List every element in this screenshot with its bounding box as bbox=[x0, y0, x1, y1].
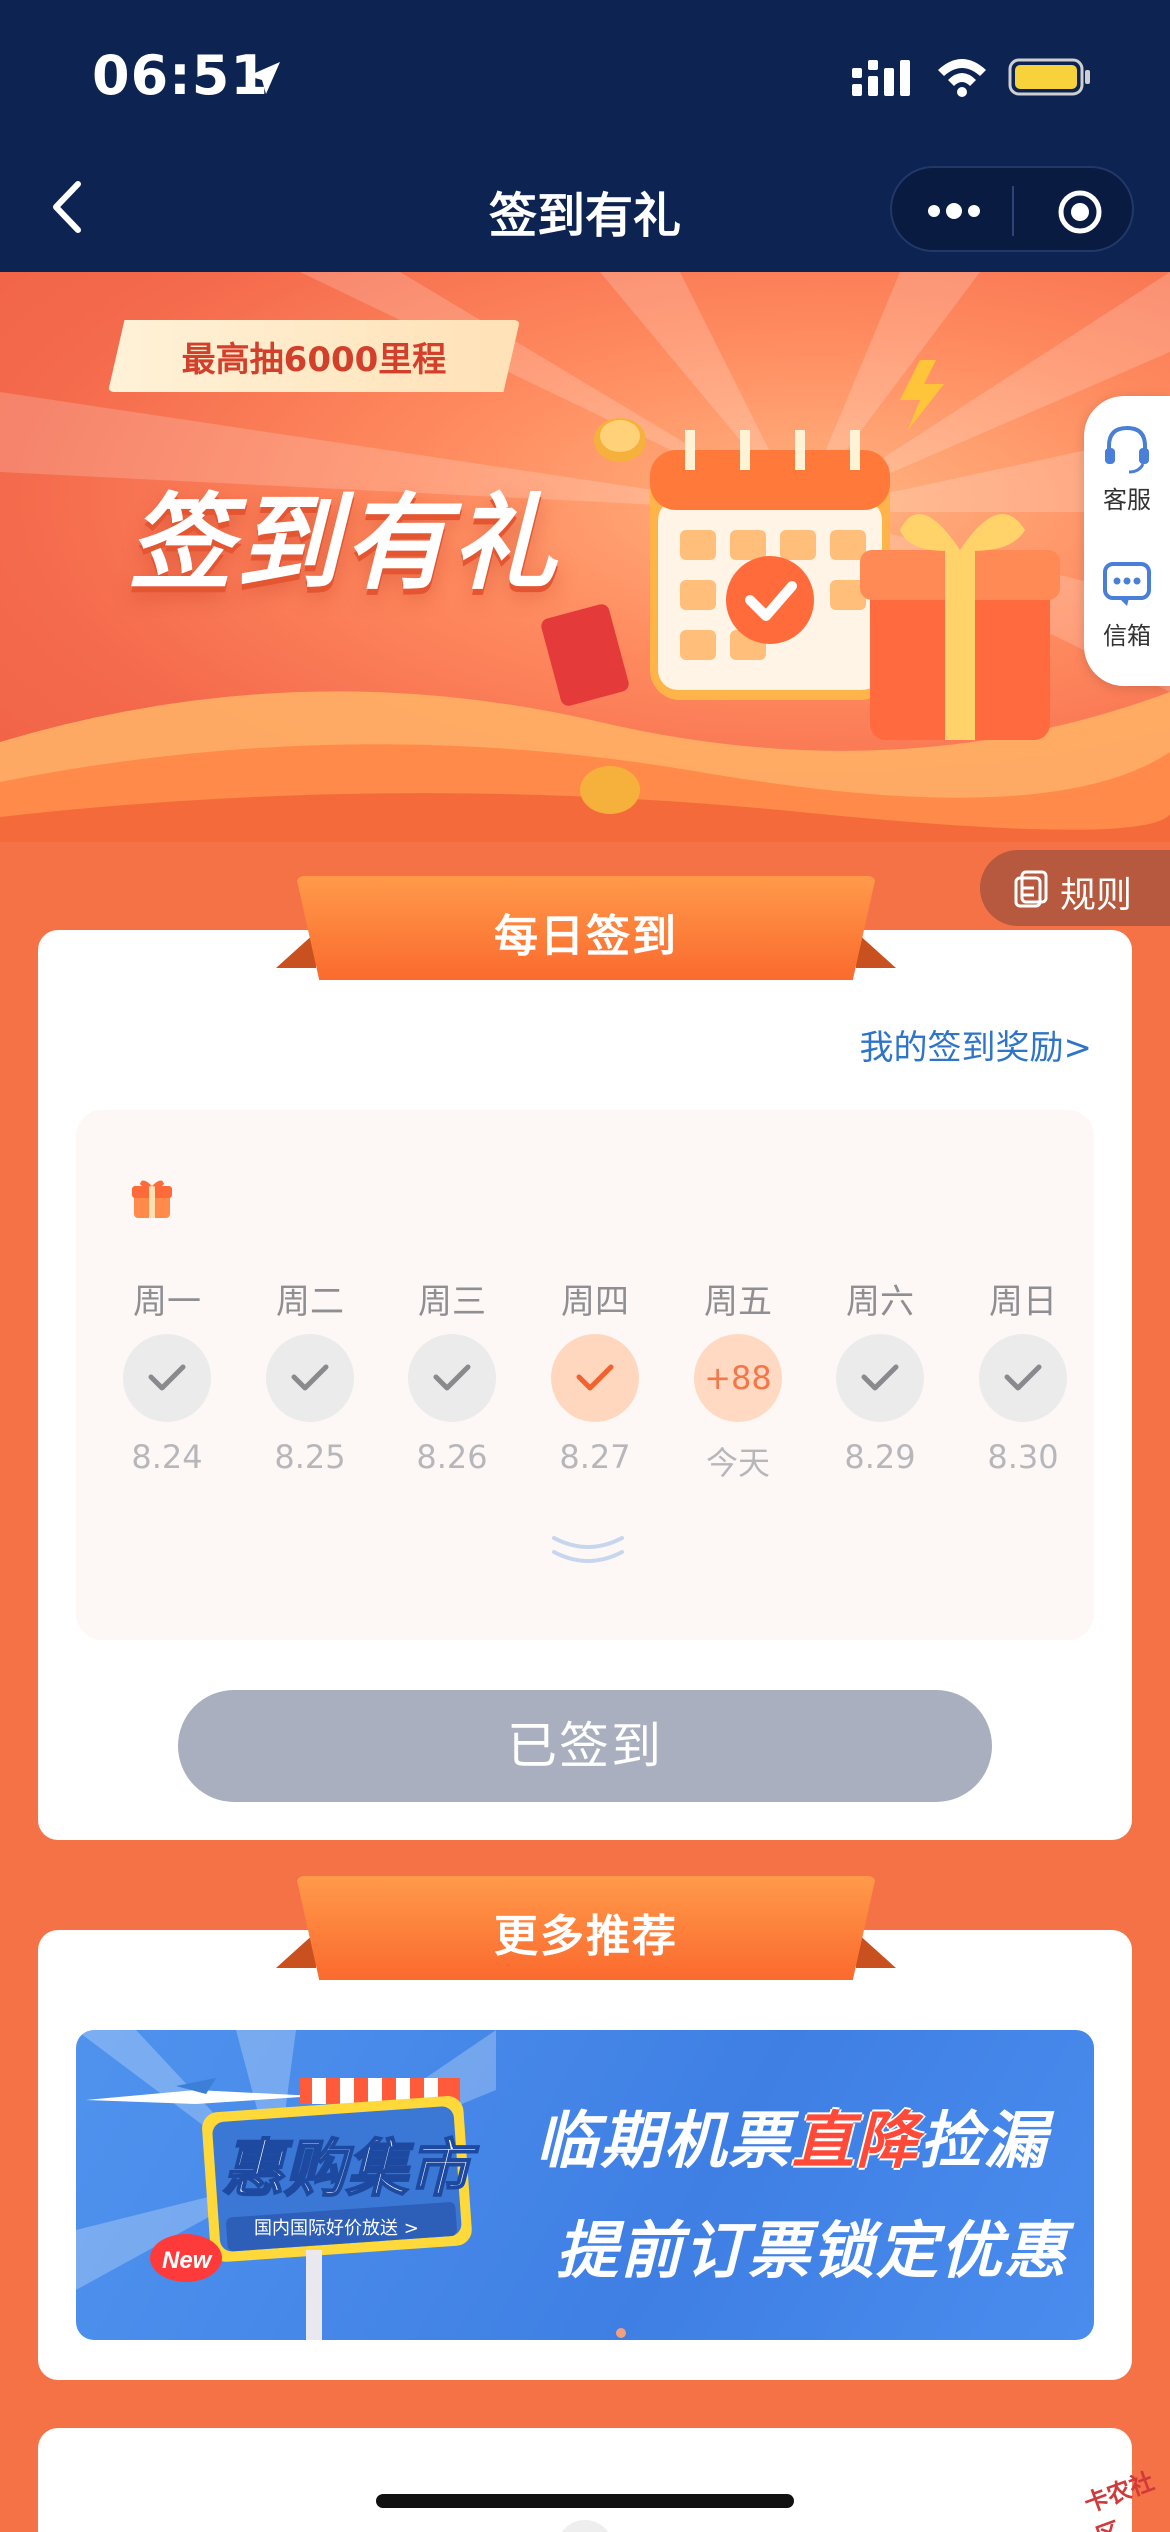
date-label: 8.24 bbox=[131, 1438, 203, 1476]
day-status bbox=[551, 1334, 639, 1422]
bonus-points: +88 bbox=[704, 1359, 772, 1397]
top-bar: 06:51 签到有礼 bbox=[0, 0, 1170, 272]
date-label: 8.25 bbox=[274, 1438, 346, 1476]
weekday-label: 周五 bbox=[704, 1282, 772, 1322]
check-icon bbox=[1004, 1364, 1042, 1391]
weekday-label: 周六 bbox=[846, 1282, 914, 1322]
close-target-icon[interactable] bbox=[1056, 188, 1104, 236]
weekday-label: 周二 bbox=[276, 1282, 344, 1322]
weekday-label: 周一 bbox=[133, 1282, 201, 1322]
new-badge: New bbox=[162, 2247, 213, 2274]
day-status bbox=[266, 1334, 354, 1422]
market-sign-subtext: 国内国际好价放送 > bbox=[254, 2218, 419, 2239]
more-dots-icon[interactable] bbox=[922, 194, 986, 228]
banner-title: 签到有礼 bbox=[128, 482, 561, 604]
daily-checkin-header: 每日签到 bbox=[276, 876, 896, 988]
check-icon bbox=[433, 1364, 471, 1391]
miniprogram-capsule bbox=[890, 166, 1134, 252]
carousel-indicator bbox=[616, 2328, 626, 2338]
day-thursday: 周四 8.27 bbox=[535, 1274, 655, 1476]
day-status bbox=[979, 1334, 1067, 1422]
weekday-label: 周三 bbox=[418, 1282, 486, 1322]
next-card-partial bbox=[38, 2428, 1132, 2532]
day-tuesday: 周二 8.25 bbox=[250, 1274, 370, 1476]
customer-service-button[interactable]: 客服 bbox=[1090, 420, 1164, 515]
weekday-label: 周日 bbox=[989, 1282, 1057, 1322]
check-icon bbox=[148, 1364, 186, 1391]
day-sunday: 周日 8.30 bbox=[963, 1274, 1083, 1476]
date-label: 8.26 bbox=[416, 1438, 488, 1476]
day-status: +88 bbox=[694, 1334, 782, 1422]
market-sign-text: 惠购集市 bbox=[222, 2132, 479, 2205]
date-label: 8.30 bbox=[987, 1438, 1059, 1476]
promo-headline-a: 临期机票 bbox=[536, 2104, 793, 2177]
date-label: 8.29 bbox=[844, 1438, 916, 1476]
week-calendar: 周一 8.24 周二 8.25 周三 8.26 周四 8.27 周五 +88 今… bbox=[76, 1110, 1094, 1640]
promo-subheadline: 提前订票锁定优惠 bbox=[556, 2214, 1069, 2287]
day-status bbox=[123, 1334, 211, 1422]
mailbox-button[interactable]: 信箱 bbox=[1090, 556, 1164, 651]
day-status bbox=[408, 1334, 496, 1422]
check-icon bbox=[576, 1364, 614, 1391]
daily-checkin-card: 我的签到奖励> 周一 8.24 周二 8.25 周三 8.26 周四 8.27 … bbox=[38, 930, 1132, 1840]
headset-icon bbox=[1105, 425, 1149, 474]
section-title: 每日签到 bbox=[494, 911, 678, 962]
location-arrow-icon bbox=[248, 62, 280, 94]
day-wednesday: 周三 8.26 bbox=[392, 1274, 512, 1476]
promo-headline-highlight: 直降 bbox=[792, 2104, 921, 2177]
wifi-icon bbox=[938, 59, 986, 97]
battery-icon bbox=[1008, 58, 1090, 96]
banner-subtitle: 最高抽6000里程 bbox=[181, 340, 447, 380]
rules-label: 规则 bbox=[1060, 875, 1133, 916]
date-label: 8.27 bbox=[559, 1438, 631, 1476]
page: 06:51 签到有礼 签到有礼 最高抽6000里程 客服 信箱 规则 我的签到奖… bbox=[0, 0, 1170, 2532]
check-icon bbox=[291, 1364, 329, 1391]
market-sign-illustration-icon: New 惠购集市 国内国际好价放送 > bbox=[76, 2030, 496, 2340]
promo-headline-b: 捡漏 bbox=[920, 2104, 1049, 2177]
home-indicator[interactable] bbox=[376, 2494, 794, 2508]
day-monday: 周一 8.24 bbox=[107, 1274, 227, 1476]
customer-service-label: 客服 bbox=[1103, 486, 1151, 514]
day-friday: 周五 +88 今天 bbox=[678, 1274, 798, 1484]
mailbox-label: 信箱 bbox=[1103, 622, 1151, 650]
day-saturday: 周六 8.29 bbox=[820, 1274, 940, 1476]
status-time: 06:51 bbox=[92, 44, 269, 107]
calendar-gift-illustration-icon bbox=[541, 360, 1060, 814]
gift-icon bbox=[132, 1180, 172, 1218]
cellular-signal-icon bbox=[852, 60, 910, 96]
chat-bubble-icon bbox=[1103, 562, 1151, 606]
section-title: 更多推荐 bbox=[494, 1911, 678, 1962]
avatar-placeholder-icon bbox=[562, 2520, 608, 2532]
expand-chevron-icon[interactable] bbox=[548, 1530, 628, 1570]
signed-in-button[interactable]: 已签到 bbox=[178, 1690, 992, 1802]
promo-banner-flight-deals[interactable]: New 惠购集市 国内国际好价放送 > 临期机票直降捡漏 提前订票锁定优惠 bbox=[76, 2030, 1094, 2340]
signed-in-label: 已签到 bbox=[507, 1718, 663, 1774]
day-status bbox=[836, 1334, 924, 1422]
date-label: 今天 bbox=[705, 1444, 770, 1482]
promo-headline: 临期机票直降捡漏 bbox=[536, 2090, 1048, 2180]
my-rewards-link[interactable]: 我的签到奖励> bbox=[860, 1020, 1093, 1069]
weekday-label: 周四 bbox=[561, 1282, 629, 1322]
document-copy-icon bbox=[1014, 870, 1048, 908]
check-icon bbox=[861, 1364, 899, 1391]
more-recommendations-card: New 惠购集市 国内国际好价放送 > 临期机票直降捡漏 提前订票锁定优惠 bbox=[38, 1930, 1132, 2380]
more-recommendations-header: 更多推荐 bbox=[276, 1876, 896, 1988]
capsule-divider bbox=[1012, 186, 1014, 236]
